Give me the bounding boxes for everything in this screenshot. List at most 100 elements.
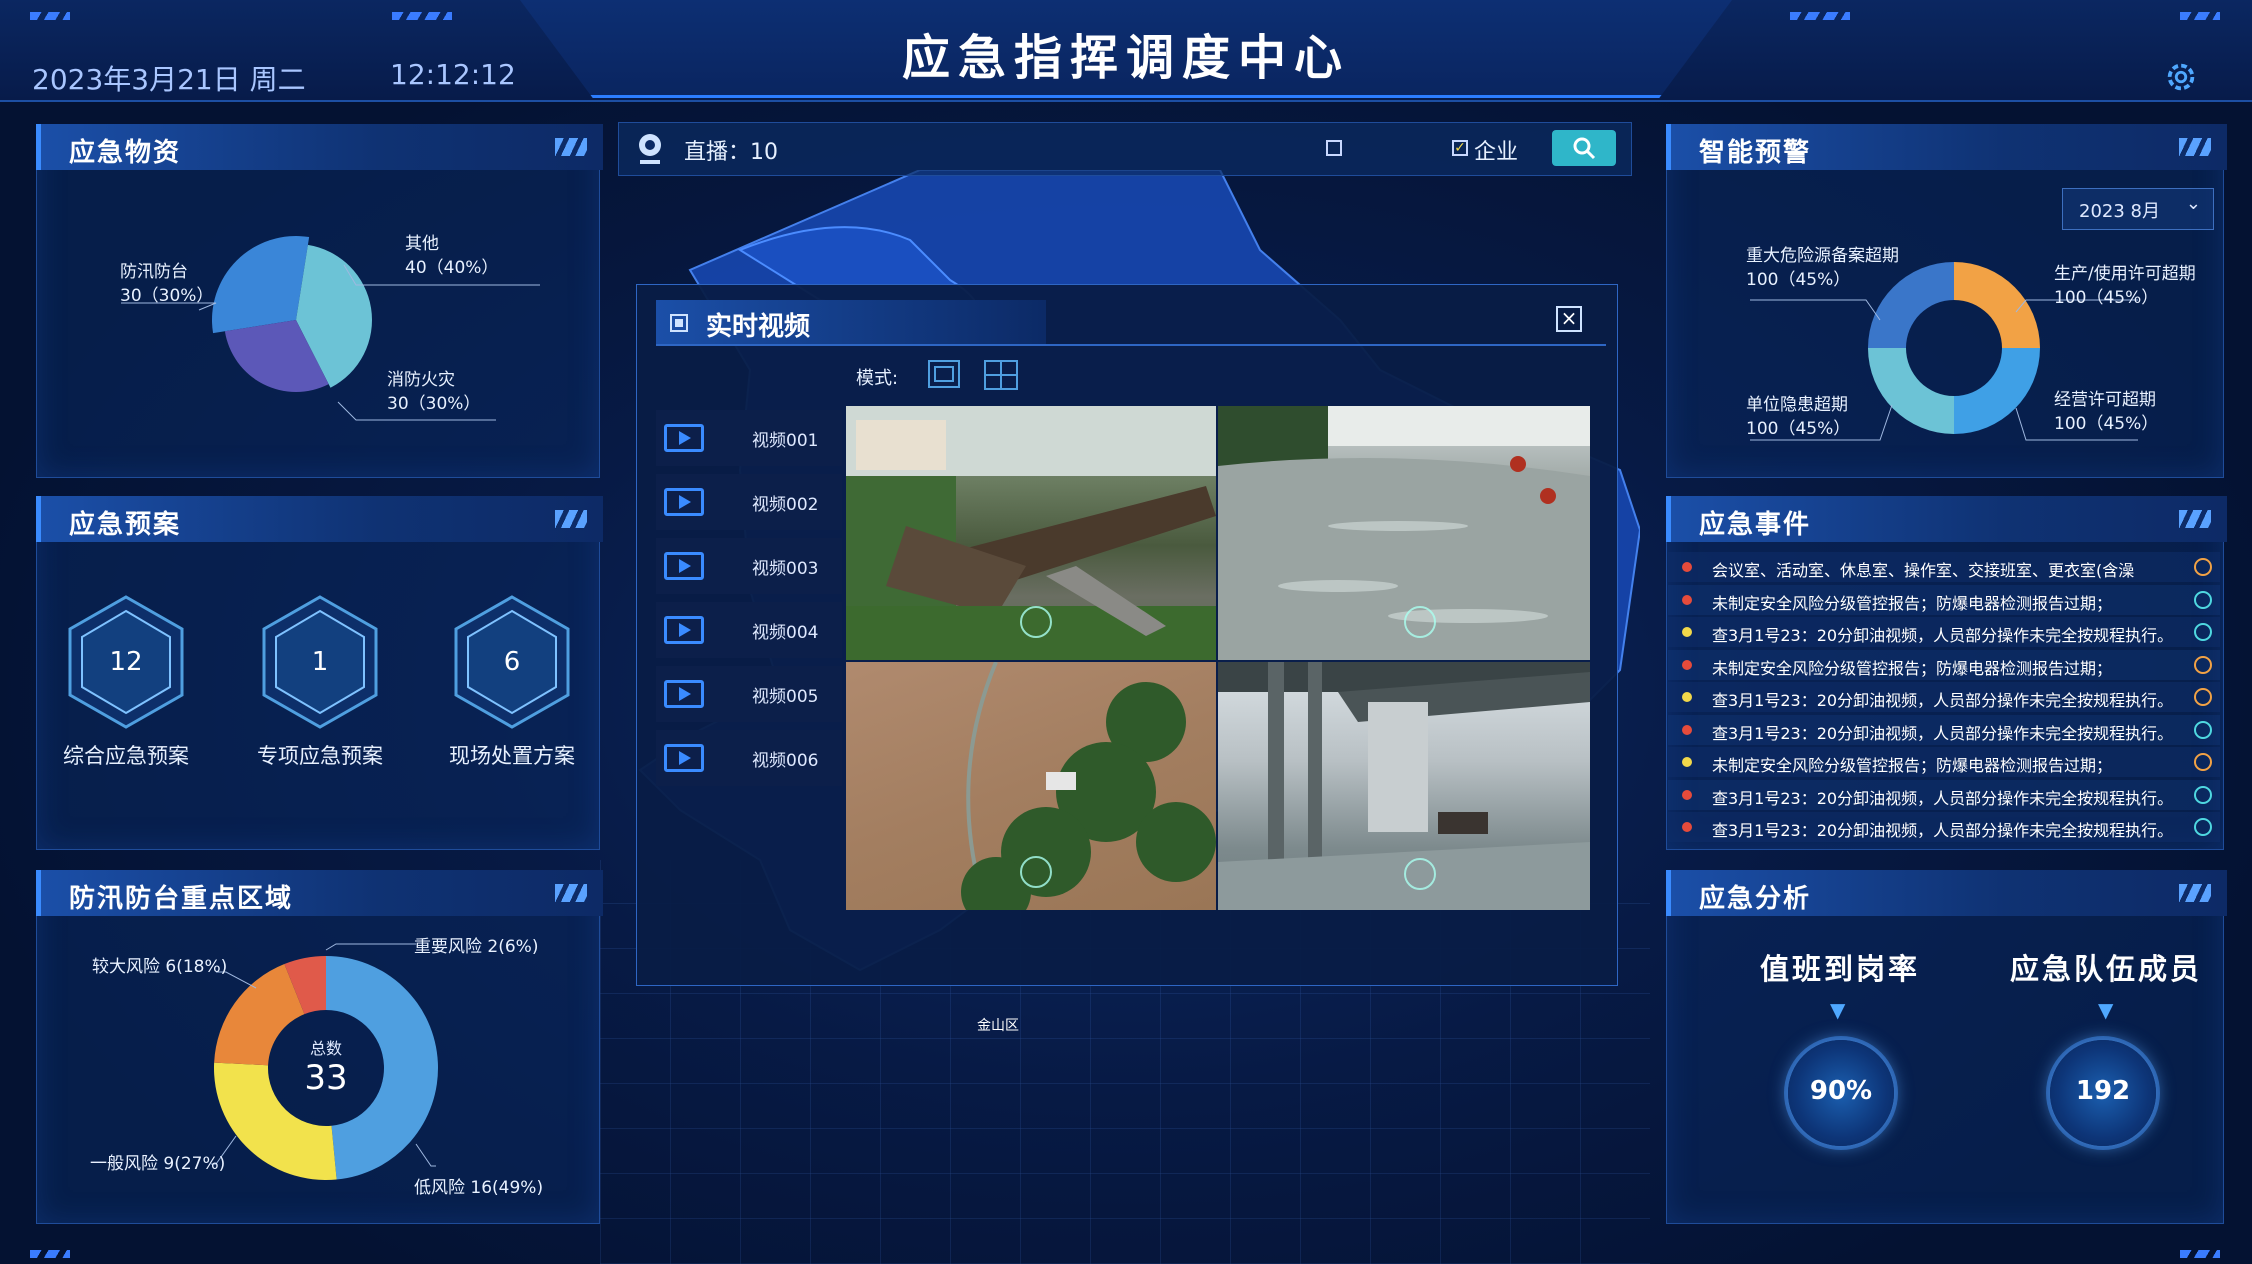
- month-select-value: 2023 8月: [2079, 201, 2160, 222]
- warning-donut-slice[interactable]: [1954, 262, 2040, 348]
- single-view-icon[interactable]: [928, 360, 960, 388]
- video-list-item[interactable]: 视频002: [656, 474, 842, 530]
- location-pin-icon: [639, 134, 661, 164]
- arrow-down-icon: ▼: [2098, 998, 2114, 1022]
- flood-total-label: 总数: [309, 1039, 342, 1058]
- supplies-pie-slice[interactable]: [212, 236, 310, 334]
- play-icon: [664, 680, 704, 708]
- supplies-label-fire: 消防火灾 30（30%）: [387, 370, 481, 414]
- event-row[interactable]: 未制定安全风险分级管控报告；防爆电器检测报告过期；: [1668, 584, 2220, 615]
- event-row[interactable]: 查3月1号23：20分卸油视频，人员部分操作未完全按规程执行。: [1668, 779, 2220, 810]
- event-row[interactable]: 会议室、活动室、休息室、操作室、交接班室、更衣室(含澡: [1668, 552, 2220, 582]
- event-text: 查3月1号23：20分卸油视频，人员部分操作未完全按规程执行。: [1712, 626, 2174, 645]
- event-text: 查3月1号23：20分卸油视频，人员部分操作未完全按规程执行。: [1712, 691, 2174, 710]
- enterprise-checkbox[interactable]: ✓: [1452, 140, 1468, 156]
- play-icon: [664, 424, 704, 452]
- settings-gear-icon[interactable]: [2162, 58, 2200, 96]
- arrow-down-icon: ▼: [1830, 998, 1846, 1022]
- microphone-icon[interactable]: [1404, 606, 1436, 638]
- done-status-icon[interactable]: [2194, 785, 2212, 804]
- video-item-label: 视频002: [752, 495, 819, 515]
- event-severity-dot: [1682, 594, 1692, 605]
- date-display: 2023年3月21日 周二: [32, 63, 306, 96]
- duty-rate-label: 值班到岗率: [1759, 952, 1920, 986]
- microphone-icon[interactable]: [1020, 606, 1052, 638]
- search-button[interactable]: [1552, 130, 1616, 166]
- events-header: 应急事件: [1666, 496, 2227, 542]
- duty-rate-gauge[interactable]: 90%: [1788, 1040, 1894, 1146]
- enterprise-label: 企业: [1474, 140, 1519, 165]
- video-tile-1[interactable]: [846, 406, 1216, 660]
- team-members-value: 192: [2075, 1076, 2131, 1106]
- video-tile-2[interactable]: [1218, 406, 1590, 660]
- event-text: 查3月1号23：20分卸油视频，人员部分操作未完全按规程执行。: [1712, 788, 2174, 808]
- supplies-label-other: 其他 40（40%）: [405, 234, 499, 278]
- video-list-item[interactable]: 视频001: [656, 410, 842, 466]
- done-status-icon[interactable]: [2194, 590, 2212, 609]
- warning-label-operation: 经营许可超期 100（45%）: [2054, 390, 2159, 434]
- pending-status-icon[interactable]: [2194, 558, 2212, 576]
- event-text: 会议室、活动室、休息室、操作室、交接班室、更衣室(含澡: [1712, 561, 2135, 580]
- video-tile-3[interactable]: [846, 662, 1216, 910]
- month-select[interactable]: 2023 8月 ⌄: [2062, 188, 2214, 230]
- done-status-icon[interactable]: [2194, 818, 2212, 836]
- plan-label-special: 专项应急预案: [257, 744, 383, 768]
- event-row[interactable]: 未制定安全风险分级管控报告；防爆电器检测报告过期；: [1668, 747, 2220, 777]
- event-row[interactable]: 未制定安全风险分级管控报告；防爆电器检测报告过期；: [1668, 649, 2220, 680]
- warning-donut-slice[interactable]: [1954, 348, 2040, 434]
- plan-count-onsite: 6: [503, 647, 521, 677]
- pending-status-icon[interactable]: [2194, 753, 2212, 771]
- warning-title: 智能预警: [1699, 138, 1812, 168]
- team-members-label: 应急队伍成员: [2009, 952, 2202, 986]
- header-stripe: [392, 12, 452, 20]
- footer-stripe: [2180, 1250, 2220, 1258]
- header-stripe: [30, 12, 70, 20]
- event-severity-dot: [1682, 757, 1692, 767]
- play-icon: [664, 552, 704, 580]
- flood-label-major: 较大风险 6(18%): [92, 957, 228, 977]
- search-icon: [1573, 137, 1596, 160]
- video-item-label: 视频003: [752, 559, 819, 579]
- event-text: 未制定安全风险分级管控报告；防爆电器检测报告过期；: [1712, 658, 2113, 678]
- header-stripe: [1790, 12, 1850, 20]
- video-list-item[interactable]: 视频004: [656, 602, 842, 658]
- analysis-panel: [1666, 870, 2224, 1224]
- event-severity-dot: [1682, 627, 1692, 637]
- flood-total-value: 33: [304, 1058, 348, 1098]
- video-item-label: 视频004: [752, 623, 819, 643]
- microphone-icon[interactable]: [1404, 858, 1436, 890]
- filter-checkbox[interactable]: [1326, 140, 1342, 156]
- supplies-header: 应急物资: [36, 124, 603, 170]
- done-status-icon[interactable]: [2194, 623, 2212, 641]
- video-list-item[interactable]: 视频003: [656, 538, 842, 594]
- event-severity-dot: [1682, 724, 1692, 735]
- supplies-label-flood: 防汛防台 30（30%）: [120, 262, 214, 306]
- warning-donut-slice[interactable]: [1868, 348, 1954, 434]
- flood-label-important: 重要风险 2(6%): [414, 937, 539, 957]
- plan-label-comprehensive: 综合应急预案: [63, 744, 189, 768]
- window-icon: [670, 314, 688, 332]
- page-title: 应急指挥调度中心: [901, 30, 1350, 86]
- video-list-item[interactable]: 视频006: [656, 730, 842, 786]
- event-text: 未制定安全风险分级管控报告；防爆电器检测报告过期；: [1712, 756, 2113, 775]
- done-status-icon[interactable]: [2194, 720, 2212, 739]
- close-icon[interactable]: ×: [1556, 306, 1582, 332]
- event-severity-dot: [1682, 789, 1692, 800]
- time-display: 12:12:12: [390, 58, 516, 91]
- supplies-pie-chart[interactable]: [36, 170, 598, 476]
- microphone-icon[interactable]: [1020, 856, 1052, 888]
- event-row[interactable]: 查3月1号23：20分卸油视频，人员部分操作未完全按规程执行。: [1668, 617, 2220, 647]
- team-members-gauge[interactable]: 192: [2050, 1040, 2156, 1146]
- plan-count-special: 1: [311, 647, 329, 677]
- pending-status-icon[interactable]: [2194, 655, 2212, 674]
- event-row[interactable]: 查3月1号23：20分卸油视频，人员部分操作未完全按规程执行。: [1668, 682, 2220, 712]
- video-tile-4[interactable]: [1218, 662, 1590, 910]
- event-row[interactable]: 查3月1号23：20分卸油视频，人员部分操作未完全按规程执行。: [1668, 812, 2220, 842]
- grid-view-icon[interactable]: [984, 360, 1018, 390]
- flood-label-general: 一般风险 9(27%): [90, 1154, 226, 1174]
- video-list-item[interactable]: 视频005: [656, 666, 842, 722]
- event-row[interactable]: 查3月1号23：20分卸油视频，人员部分操作未完全按规程执行。: [1668, 714, 2220, 745]
- pending-status-icon[interactable]: [2194, 688, 2212, 706]
- event-text: 查3月1号23：20分卸油视频，人员部分操作未完全按规程执行。: [1712, 821, 2174, 840]
- play-icon: [664, 744, 704, 772]
